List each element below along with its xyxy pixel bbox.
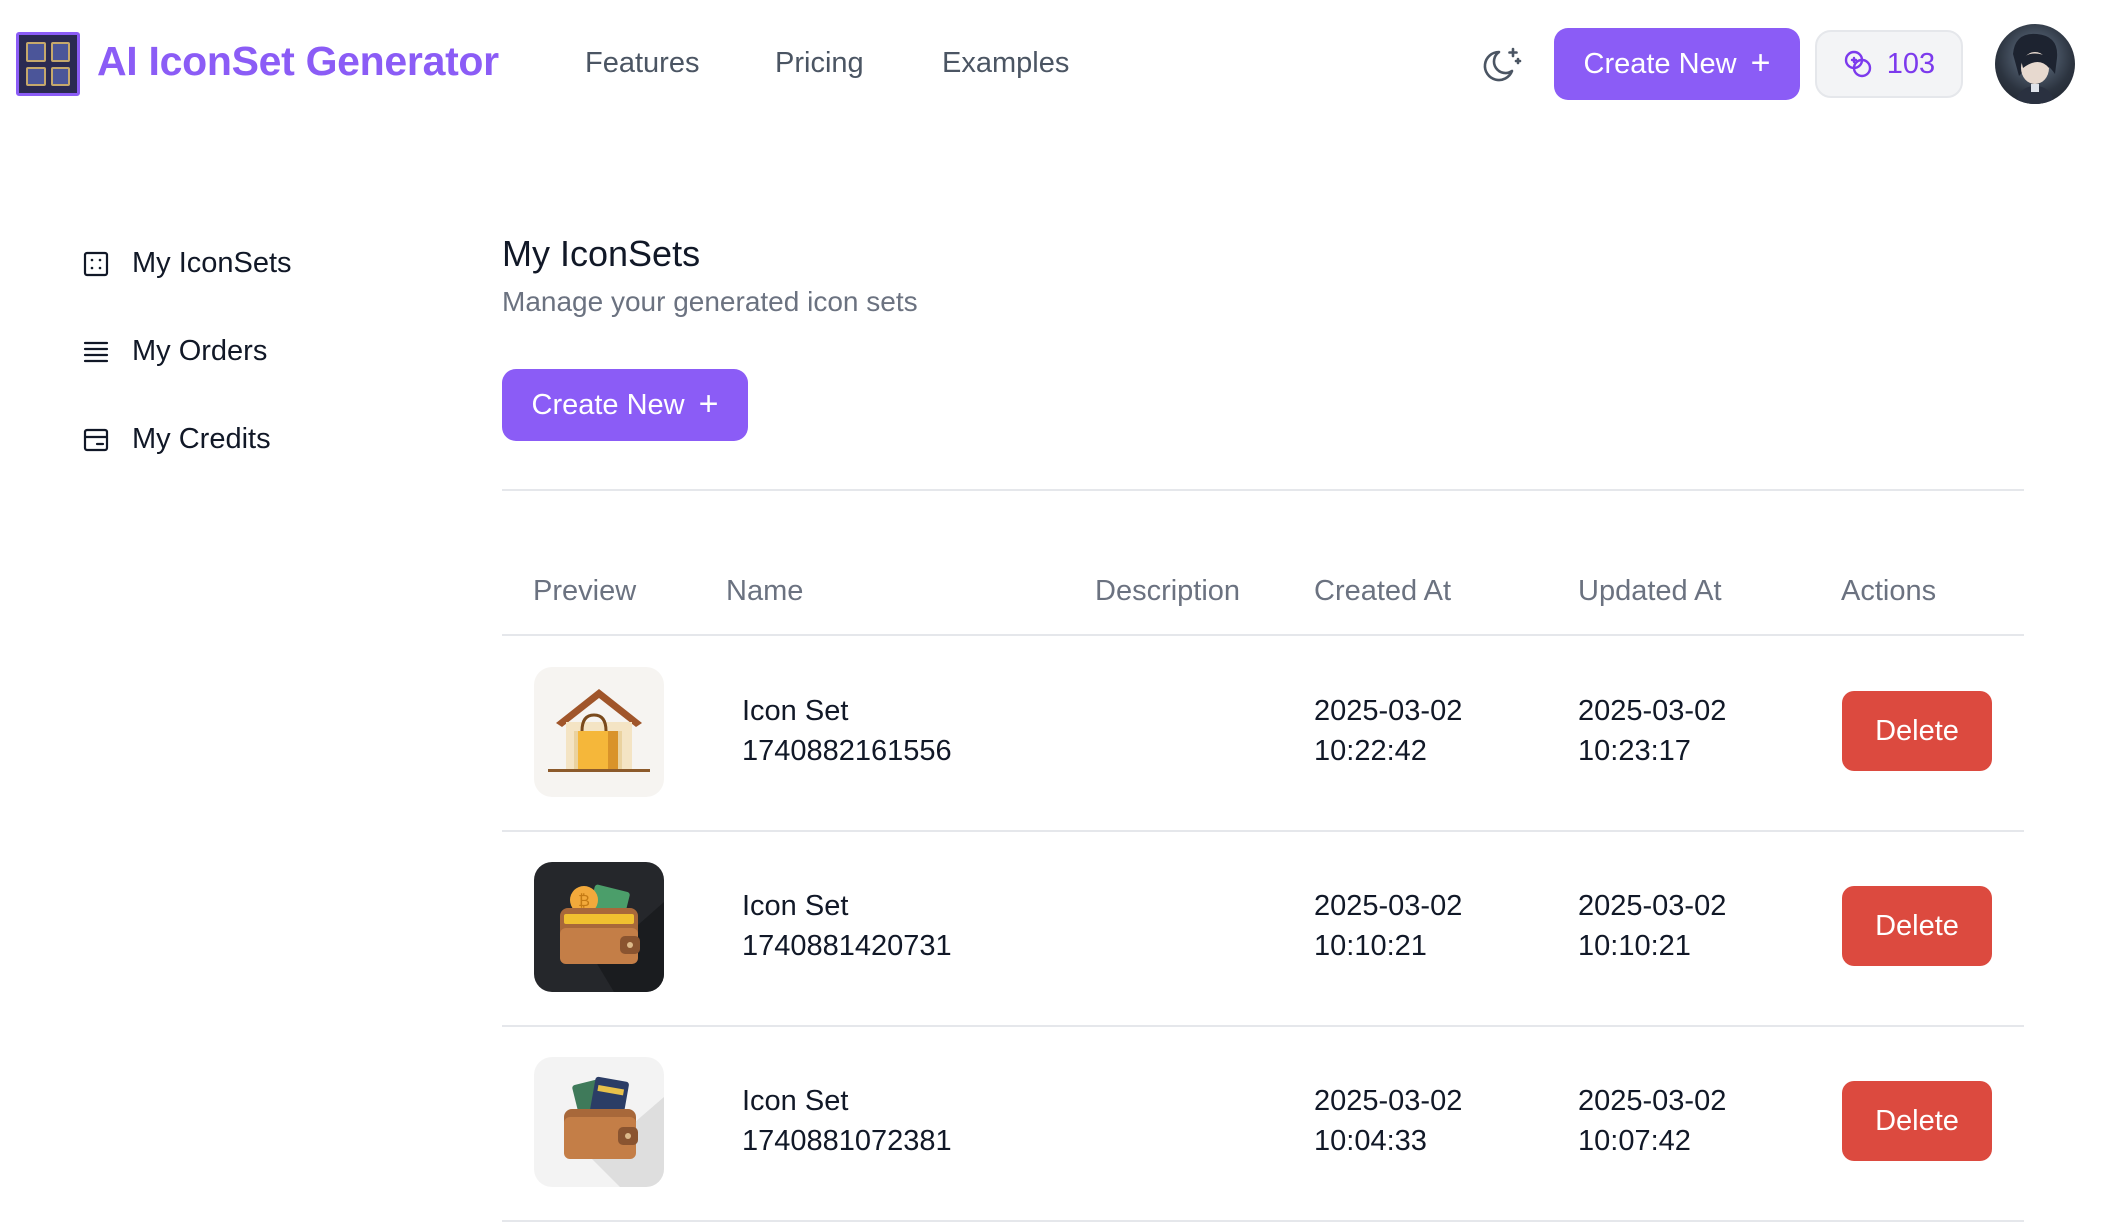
created-date: 2025-03-02 bbox=[1314, 695, 1463, 727]
iconset-id: 1740881072381 bbox=[742, 1125, 952, 1157]
created-date: 2025-03-02 bbox=[1314, 1085, 1463, 1117]
created-time: 10:22:42 bbox=[1314, 735, 1427, 767]
top-header: AI IconSet Generator Features Pricing Ex… bbox=[0, 0, 2102, 128]
coins-icon bbox=[1844, 50, 1871, 78]
nav-examples[interactable]: Examples bbox=[942, 47, 1069, 80]
header-create-new-button[interactable]: Create New + bbox=[1554, 28, 1800, 100]
crypto-wallet-icon[interactable]: ₿ bbox=[534, 862, 664, 992]
updated-at: 2025-03-02 10:10:21 bbox=[1578, 886, 1726, 966]
moon-sparkle-icon[interactable] bbox=[1482, 44, 1524, 86]
sidebar-item-label: My Credits bbox=[132, 423, 271, 455]
created-at: 2025-03-02 10:04:33 bbox=[1314, 1081, 1462, 1161]
sidebar-item-label: My Orders bbox=[132, 335, 268, 367]
updated-date: 2025-03-02 bbox=[1578, 1085, 1727, 1117]
column-header-preview: Preview bbox=[533, 575, 637, 607]
wallet-cards-icon[interactable] bbox=[534, 1057, 664, 1187]
delete-button[interactable]: Delete bbox=[1842, 691, 1992, 771]
nav-pricing[interactable]: Pricing bbox=[775, 47, 864, 80]
sidebar-item-my-credits[interactable]: My Credits bbox=[82, 423, 271, 456]
updated-time: 10:10:21 bbox=[1578, 930, 1691, 962]
created-at: 2025-03-02 10:10:21 bbox=[1314, 886, 1462, 966]
app-title[interactable]: AI IconSet Generator bbox=[97, 38, 499, 85]
iconset-name-line: Icon Set bbox=[742, 890, 849, 922]
store-shopping-bag-icon[interactable] bbox=[534, 667, 664, 797]
create-new-button[interactable]: Create New + bbox=[502, 369, 748, 441]
avatar-image bbox=[2013, 33, 2058, 104]
grid-icon bbox=[83, 251, 109, 276]
created-at: 2025-03-02 10:22:42 bbox=[1314, 691, 1462, 771]
header-create-new-label: Create New bbox=[1583, 47, 1737, 80]
credits-badge[interactable]: 103 bbox=[1815, 30, 1963, 98]
iconset-id: 1740882161556 bbox=[742, 735, 952, 767]
plus-icon: + bbox=[1750, 43, 1771, 82]
column-header-created-at: Created At bbox=[1314, 575, 1452, 607]
sidebar-item-my-iconsets[interactable]: My IconSets bbox=[82, 247, 292, 280]
column-header-actions: Actions bbox=[1841, 575, 1937, 607]
iconset-name: Icon Set 1740882161556 bbox=[742, 691, 952, 771]
column-header-description: Description bbox=[1095, 575, 1241, 607]
updated-date: 2025-03-02 bbox=[1578, 890, 1727, 922]
page-subtitle: Manage your generated icon sets bbox=[502, 286, 918, 317]
app-logo-icon[interactable] bbox=[16, 32, 80, 96]
iconset-name: Icon Set 1740881420731 bbox=[742, 886, 952, 966]
updated-date: 2025-03-02 bbox=[1578, 695, 1727, 727]
sidebar-item-my-orders[interactable]: My Orders bbox=[82, 335, 267, 368]
sidebar-item-label: My IconSets bbox=[132, 247, 292, 279]
credits-count: 103 bbox=[1886, 47, 1936, 80]
delete-button[interactable]: Delete bbox=[1842, 1081, 1992, 1161]
column-header-updated-at: Updated At bbox=[1578, 575, 1722, 607]
delete-button[interactable]: Delete bbox=[1842, 886, 1992, 966]
user-avatar[interactable] bbox=[1995, 24, 2075, 104]
iconset-id: 1740881420731 bbox=[742, 930, 952, 962]
iconset-name-line: Icon Set bbox=[742, 1085, 849, 1117]
column-header-name: Name bbox=[726, 575, 804, 607]
table-row: Icon Set 1740882161556 2025-03-02 10:22:… bbox=[502, 635, 2024, 830]
created-time: 10:04:33 bbox=[1314, 1125, 1427, 1157]
row-divider bbox=[502, 1220, 2024, 1222]
table-row: ₿ Icon Set 1740881420731 2025-03-02 10:1… bbox=[502, 830, 2024, 1025]
section-divider bbox=[502, 489, 2024, 491]
list-icon bbox=[83, 341, 109, 362]
svg-text:₿: ₿ bbox=[578, 892, 590, 910]
created-time: 10:10:21 bbox=[1314, 930, 1427, 962]
page-title: My IconSets bbox=[502, 233, 701, 274]
updated-time: 10:07:42 bbox=[1578, 1125, 1691, 1157]
updated-time: 10:23:17 bbox=[1578, 735, 1691, 767]
wallet-icon bbox=[83, 428, 109, 451]
updated-at: 2025-03-02 10:23:17 bbox=[1578, 691, 1726, 771]
table-row: Icon Set 1740881072381 2025-03-02 10:04:… bbox=[502, 1025, 2024, 1220]
plus-icon: + bbox=[698, 384, 719, 423]
create-new-label: Create New bbox=[531, 388, 685, 421]
updated-at: 2025-03-02 10:07:42 bbox=[1578, 1081, 1726, 1161]
created-date: 2025-03-02 bbox=[1314, 890, 1463, 922]
iconset-name-line: Icon Set bbox=[742, 695, 849, 727]
nav-features[interactable]: Features bbox=[585, 47, 699, 80]
iconset-name: Icon Set 1740881072381 bbox=[742, 1081, 952, 1161]
